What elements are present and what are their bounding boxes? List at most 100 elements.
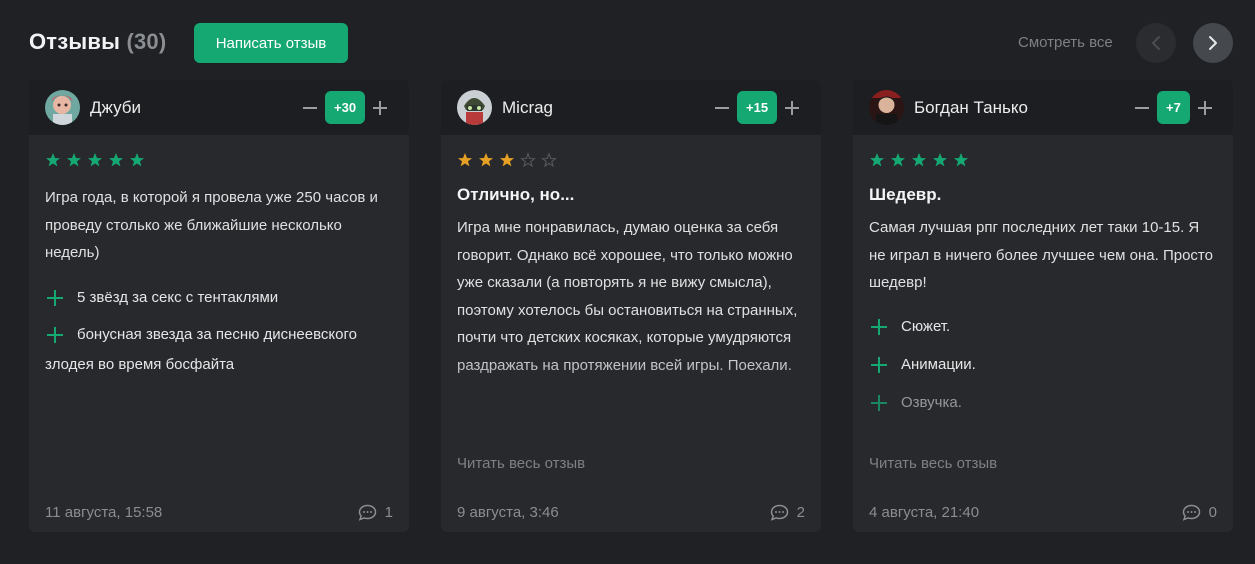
review-footer: 4 августа, 21:40 0 xyxy=(869,504,1217,522)
review-card-header: Богдан Танько +7 xyxy=(853,80,1233,135)
star-filled-icon xyxy=(870,153,884,167)
write-review-button[interactable]: Написать отзыв xyxy=(194,23,348,63)
next-button[interactable] xyxy=(1193,23,1233,63)
section-title-text: Отзывы xyxy=(29,29,121,54)
review-body: Отлично, но... Игра мне понравилась, дум… xyxy=(457,152,805,406)
plus-icon xyxy=(869,312,889,342)
review-card[interactable]: Богдан Танько +7 Шедевр. Самая лучшая рп… xyxy=(853,80,1233,532)
rating-score-badge: +7 xyxy=(1157,91,1190,124)
comments-count: 1 xyxy=(384,504,393,521)
pros-list: Сюжет. Анимации. Озвучка. xyxy=(869,312,1217,418)
vote-up-button[interactable] xyxy=(371,99,389,117)
vote-up-button[interactable] xyxy=(1196,99,1214,117)
section-title: Отзывы (30) xyxy=(29,29,166,55)
read-full-review-link[interactable]: Читать весь отзыв xyxy=(869,455,997,472)
star-rating xyxy=(869,152,1217,168)
review-text: Игра года, в которой я провела уже 250 ч… xyxy=(45,189,378,261)
comments-counter[interactable]: 1 xyxy=(358,504,393,521)
comments-count: 2 xyxy=(796,504,805,521)
review-count: (30) xyxy=(126,29,167,54)
review-date: 4 августа, 21:40 xyxy=(869,504,980,521)
vote-control: +7 xyxy=(1133,91,1214,124)
pros-list: 5 звёзд за секс с тентаклями бонусная зв… xyxy=(45,283,393,380)
review-card[interactable]: Джуби +30 Игра года, в которой я провела… xyxy=(29,80,409,532)
pro-item: бонусная звезда за песню диснеевского зл… xyxy=(45,320,393,380)
star-filled-icon xyxy=(109,153,123,167)
chevron-left-icon xyxy=(1152,36,1160,50)
star-filled-icon xyxy=(88,153,102,167)
pro-item: Анимации. xyxy=(869,350,1217,380)
star-filled-icon xyxy=(954,153,968,167)
comment-icon xyxy=(1182,504,1200,521)
review-footer: 11 августа, 15:58 1 xyxy=(45,504,393,522)
star-filled-icon xyxy=(933,153,947,167)
review-date: 11 августа, 15:58 xyxy=(45,504,163,521)
rating-score-badge: +15 xyxy=(737,91,778,124)
review-card-header: Micrag +15 xyxy=(441,80,821,135)
star-rating xyxy=(45,152,393,168)
plus-icon xyxy=(45,283,65,313)
avatar[interactable] xyxy=(869,90,904,125)
pro-item-text: Озвучка. xyxy=(901,393,962,411)
vote-down-button[interactable] xyxy=(301,99,319,117)
pro-item-text: 5 звёзд за секс с тентаклями xyxy=(77,288,279,306)
star-filled-icon xyxy=(891,153,905,167)
review-text: Игра мне понравилась, думаю оценка за се… xyxy=(457,219,798,374)
avatar[interactable] xyxy=(45,90,80,125)
user-name[interactable]: Джуби xyxy=(90,98,141,118)
star-rating xyxy=(457,152,805,168)
review-card[interactable]: Micrag +15 Отлично, но... Игра мне понра… xyxy=(441,80,821,532)
user-name[interactable]: Micrag xyxy=(502,98,553,118)
vote-down-button[interactable] xyxy=(1133,99,1151,117)
star-filled-icon xyxy=(500,153,514,167)
review-footer: 9 августа, 3:46 2 xyxy=(457,504,805,522)
review-body: Игра года, в которой я провела уже 250 ч… xyxy=(45,152,393,380)
star-filled-icon xyxy=(130,153,144,167)
plus-icon xyxy=(869,350,889,380)
plus-icon xyxy=(1197,100,1212,115)
review-body: Шедевр. Самая лучшая рпг последних лет т… xyxy=(869,152,1217,418)
reviews-header: Отзывы (30) Написать отзыв Смотреть все xyxy=(29,23,1233,63)
comments-counter[interactable]: 0 xyxy=(1182,504,1217,521)
pro-item: 5 звёзд за секс с тентаклями xyxy=(45,283,393,313)
see-all-link[interactable]: Смотреть все xyxy=(1018,34,1113,51)
review-date: 9 августа, 3:46 xyxy=(457,504,559,521)
review-title: Шедевр. xyxy=(869,185,942,204)
minus-icon xyxy=(1135,106,1149,109)
vote-control: +15 xyxy=(713,91,801,124)
comments-count: 0 xyxy=(1208,504,1217,521)
vote-control: +30 xyxy=(301,91,389,124)
review-text: Самая лучшая рпг последних лет таки 10-1… xyxy=(869,219,1213,291)
read-full-review-link[interactable]: Читать весь отзыв xyxy=(457,455,585,472)
star-filled-icon xyxy=(458,153,472,167)
plus-icon xyxy=(785,100,800,115)
chevron-right-icon xyxy=(1209,36,1217,50)
comment-icon xyxy=(770,504,788,521)
star-filled-icon xyxy=(479,153,493,167)
minus-icon xyxy=(715,106,729,109)
plus-icon xyxy=(45,320,65,350)
pro-item-text: Анимации. xyxy=(901,355,976,373)
pro-item-text: Сюжет. xyxy=(901,317,951,335)
plus-icon xyxy=(869,388,889,418)
vote-down-button[interactable] xyxy=(713,99,731,117)
star-filled-icon xyxy=(67,153,81,167)
review-card-header: Джуби +30 xyxy=(29,80,409,135)
comment-icon xyxy=(358,504,376,521)
pro-item-text: бонусная звезда за песню диснеевского зл… xyxy=(45,325,357,373)
star-filled-icon xyxy=(46,153,60,167)
previous-button[interactable] xyxy=(1136,23,1176,63)
avatar[interactable] xyxy=(457,90,492,125)
star-empty-icon xyxy=(520,152,536,168)
rating-score-badge: +30 xyxy=(325,91,366,124)
plus-icon xyxy=(373,100,388,115)
pro-item: Озвучка. xyxy=(869,388,1217,418)
review-title: Отлично, но... xyxy=(457,185,575,204)
star-filled-icon xyxy=(912,153,926,167)
vote-up-button[interactable] xyxy=(783,99,801,117)
user-name[interactable]: Богдан Танько xyxy=(914,98,1028,118)
comments-counter[interactable]: 2 xyxy=(770,504,805,521)
pro-item: Сюжет. xyxy=(869,312,1217,342)
star-empty-icon xyxy=(541,152,557,168)
minus-icon xyxy=(303,106,317,109)
